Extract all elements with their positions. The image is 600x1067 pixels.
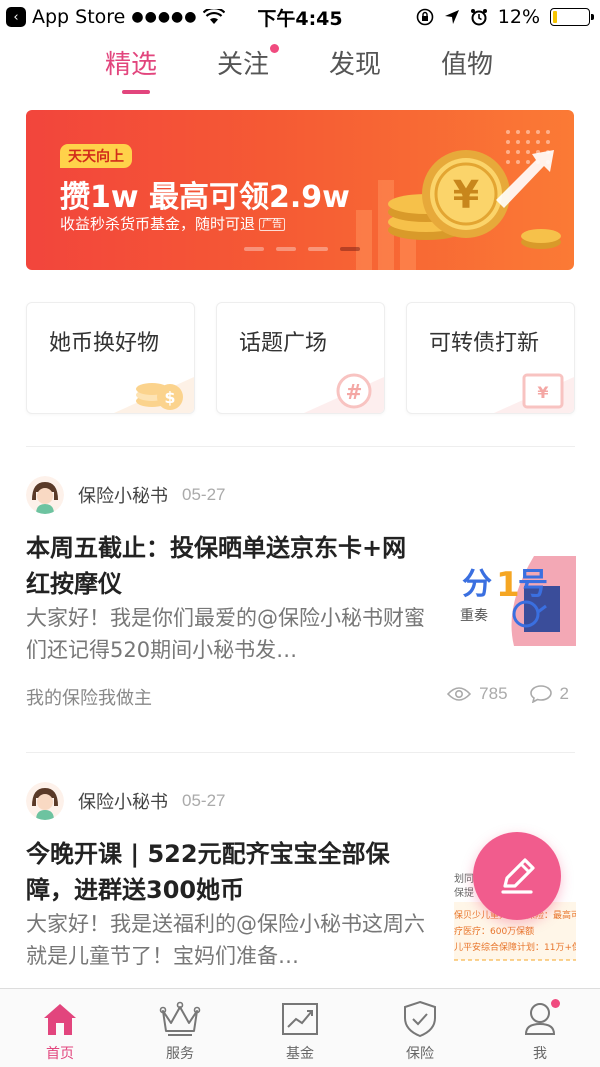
top-tab-bar: 精选 关注 发现 值物 [0,44,600,96]
banner-subtitle-text: 收益秒杀货币基金，随时可退 [60,215,256,233]
card-coin-exchange[interactable]: 她币换好物 $ [26,302,195,414]
rotation-lock-icon [416,8,434,26]
gold-coin-icon: ¥ [388,150,561,249]
feed-post[interactable]: 保险小秘书 05-27 本周五截止：投保晒单送京东卡+网红按摩仪 大家好！我是你… [26,476,576,726]
comment-count: 2 [559,684,569,703]
post-excerpt: 大家好！我是你们最爱的@保险小秘书财蜜们还记得520期间小秘书发… [26,606,425,662]
battery-percent: 12% [497,6,540,28]
post-excerpt: 大家好！我是送福利的@保险小秘书这周六就是儿童节了！宝妈们准备… [26,912,425,968]
bottom-nav: 首页 服务 基金 保险 我 [0,988,600,1067]
battery-icon [550,8,594,26]
write-post-button[interactable] [473,832,561,920]
view-count: 785 [479,684,508,703]
tab-discover[interactable]: 发现 [329,44,381,81]
thumb-text: 号 [518,567,548,602]
carousel-dot-active[interactable] [340,247,360,251]
post-thumbnail[interactable]: 分 1 号 重奏 [454,556,576,646]
shield-check-icon [404,1000,436,1038]
svg-text:¥: ¥ [453,173,479,217]
post-title[interactable]: 今晚开课 | 522元配齐宝宝全部保障，进群送300她币 [26,836,426,908]
carousel-dot[interactable] [244,247,264,251]
card-topic-square[interactable]: 话题广场 # [216,302,385,414]
location-arrow-icon [444,10,459,24]
thumb-line: 划同 [454,872,474,885]
active-tab-indicator [122,90,150,94]
tab-worthy-items[interactable]: 值物 [441,44,493,81]
nav-insurance[interactable]: 保险 [360,989,480,1067]
pencil-icon [501,858,535,894]
category-cards: 她币换好物 $ 话题广场 # 可转债打新 ¥ [26,302,575,414]
card-label: 话题广场 [239,331,328,356]
tab-label: 关注 [217,50,270,80]
thumb-text: 1 [496,565,520,605]
yen-ticket-icon: ¥ [494,373,574,413]
nav-funds[interactable]: 基金 [240,989,360,1067]
banner-tag: 天天向上 [60,144,132,168]
author-name[interactable]: 保险小秘书 [78,482,168,508]
tab-following[interactable]: 关注 [217,44,280,81]
nav-label: 服务 [166,1046,194,1062]
carousel-indicator [244,247,360,251]
thumb-caption: 重奏 [460,608,488,624]
carousel-dot[interactable] [276,247,296,251]
svg-text:#: # [346,380,363,404]
chart-icon [282,1003,318,1035]
nav-label: 基金 [286,1046,314,1062]
section-divider [26,446,575,447]
post-stats: 785 2 [447,684,569,704]
carousel-dot[interactable] [308,247,328,251]
eye-icon [447,687,472,701]
author-name[interactable]: 保险小秘书 [78,788,168,814]
nav-me[interactable]: 我 [480,989,600,1067]
hashtag-bubble-icon: # [304,373,384,413]
tab-featured[interactable]: 精选 [105,44,158,94]
thumb-line: 保提 [454,886,474,899]
post-date: 05-27 [182,485,226,504]
back-arrow-icon[interactable]: ‹ [6,7,26,27]
nav-label: 保险 [406,1046,434,1062]
promo-banner[interactable]: ¥ 天天向上 攒1w 最高可领2.9w 收益秒杀货币基金，随时可退 广告 [26,110,574,270]
svg-text:$: $ [164,388,175,407]
nav-services[interactable]: 服务 [120,989,240,1067]
thumb-line: 儿平安综合保障计划：11万+保额 [454,941,576,953]
notification-dot [270,44,280,53]
svg-text:¥: ¥ [537,383,548,402]
thumb-text: 分 [462,567,492,602]
nav-label: 我 [533,1046,547,1062]
nav-label: 首页 [46,1046,74,1062]
tab-label: 精选 [105,50,158,80]
tab-label: 发现 [329,50,382,80]
avatar[interactable] [26,782,64,820]
author-row: 保险小秘书 05-27 [26,782,225,820]
back-app-label[interactable]: App Store [32,6,125,28]
section-divider [26,752,575,753]
avatar[interactable] [26,476,64,514]
ad-badge: 广告 [259,218,286,231]
card-label: 可转债打新 [429,331,540,356]
author-row: 保险小秘书 05-27 [26,476,225,514]
post-category[interactable]: 我的保险我做主 [26,684,152,710]
card-label: 她币换好物 [49,331,160,356]
post-footer: 我的保险我做主 785 2 [26,684,575,712]
banner-title: 攒1w 最高可领2.9w [60,180,350,215]
wifi-icon [203,9,226,24]
post-title[interactable]: 本周五截止：投保晒单送京东卡+网红按摩仪 [26,530,426,602]
nav-home[interactable]: 首页 [0,989,120,1067]
post-date: 05-27 [182,791,226,810]
banner-subtitle: 收益秒杀货币基金，随时可退 广告 [60,213,286,234]
tab-label: 值物 [441,50,494,80]
thumbnail-graphic: 分 1 号 重奏 [454,556,576,646]
crown-icon [159,1001,201,1036]
thumb-line: 疗医疗：600万保额 [454,925,534,937]
home-icon [44,1004,76,1035]
comment-icon[interactable] [529,685,552,703]
status-bar: ‹ App Store ●●●●● 下午4:45 12% [0,0,600,34]
alarm-icon [470,9,487,26]
card-convertible-bonds[interactable]: 可转债打新 ¥ [406,302,575,414]
notification-dot [551,999,560,1008]
coins-icon: $ [114,377,194,413]
signal-icon: ●●●●● [131,9,198,25]
